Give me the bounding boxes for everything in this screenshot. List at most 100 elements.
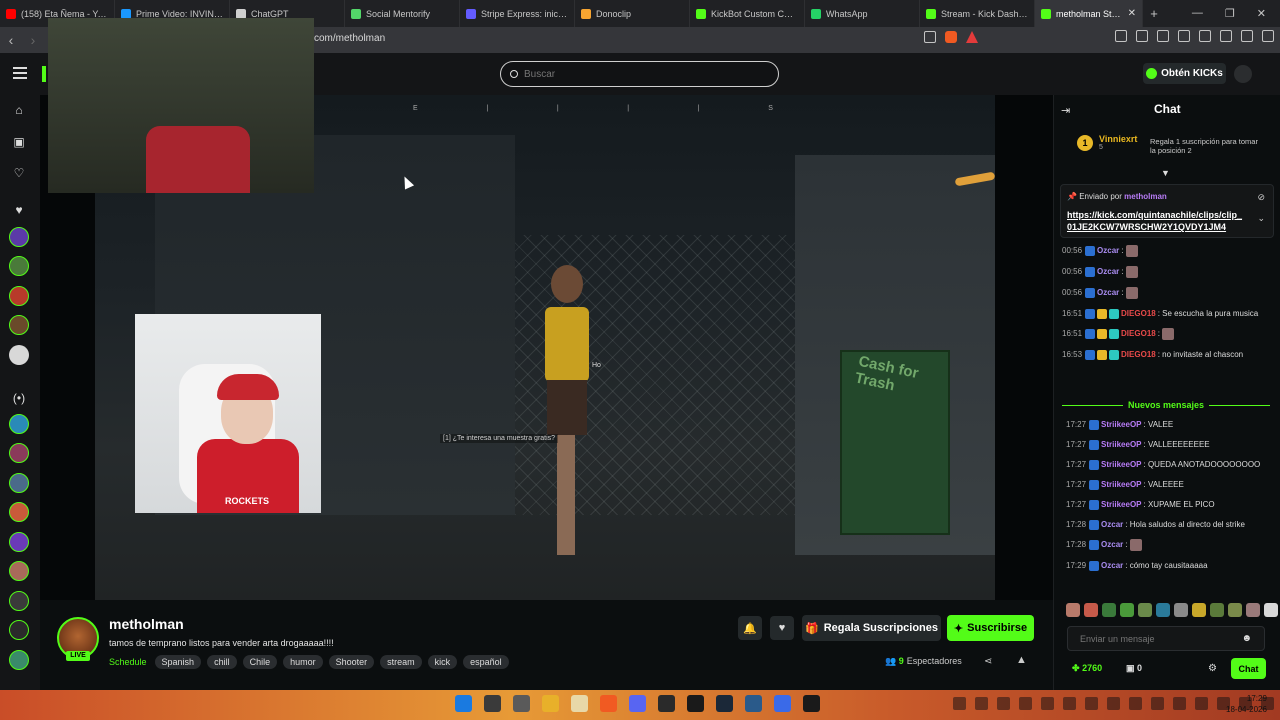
emote-icon[interactable] xyxy=(1174,603,1188,617)
message-username[interactable]: Ozcar xyxy=(1097,267,1119,276)
browse-icon[interactable]: ▣ xyxy=(11,135,27,149)
forward-icon[interactable]: › xyxy=(22,32,44,48)
tray-icon[interactable] xyxy=(1107,697,1120,710)
live-icon[interactable]: (•) xyxy=(11,391,27,405)
stream-tag[interactable]: Chile xyxy=(242,655,278,669)
emote-icon[interactable] xyxy=(1066,603,1080,617)
browser-tab[interactable]: KickBot Custom Comm xyxy=(690,0,805,27)
new-tab-icon[interactable]: + xyxy=(1143,6,1165,21)
report-icon[interactable]: ▲ xyxy=(1016,654,1027,666)
browser-tab[interactable]: Social Mentorify xyxy=(345,0,460,27)
emote-icon[interactable] xyxy=(1228,603,1242,617)
second-points[interactable]: ▣ 0 xyxy=(1126,663,1142,674)
message-username[interactable]: Ozcar xyxy=(1097,246,1119,255)
brave-shield-icon[interactable] xyxy=(945,31,957,43)
message-username[interactable]: StriikeeOP xyxy=(1101,440,1141,449)
recommended-channel-avatar[interactable] xyxy=(9,532,29,552)
tray-icon[interactable] xyxy=(1195,697,1208,710)
stream-tag[interactable]: chill xyxy=(207,655,237,669)
message-username[interactable]: Ozcar xyxy=(1101,540,1123,549)
tray-icon[interactable] xyxy=(1041,697,1054,710)
store-icon[interactable] xyxy=(571,695,588,712)
start-icon[interactable] xyxy=(455,695,472,712)
followed-channel-avatar[interactable] xyxy=(9,345,29,365)
emote-icon[interactable] xyxy=(1246,603,1260,617)
share-icon[interactable]: ⋖ xyxy=(984,656,992,667)
message-username[interactable]: DIEGO18 xyxy=(1121,329,1156,338)
tray-icon[interactable] xyxy=(953,697,966,710)
chat-message-field[interactable] xyxy=(1080,633,1240,644)
sidebar-icon[interactable] xyxy=(1178,30,1190,42)
favorites-icon[interactable]: ♥ xyxy=(11,203,27,217)
message-username[interactable]: DIEGO18 xyxy=(1121,350,1156,359)
emoji-picker-icon[interactable]: ☻ xyxy=(1241,633,1252,644)
stream-tag[interactable]: Shooter xyxy=(328,655,375,669)
search-input[interactable] xyxy=(524,68,754,80)
followed-channel-avatar[interactable] xyxy=(9,315,29,335)
home-icon[interactable]: ⌂ xyxy=(11,103,27,117)
brave-icon[interactable] xyxy=(600,695,617,712)
browser-tab[interactable]: Stripe Express: inicio de xyxy=(460,0,575,27)
emote-icon[interactable] xyxy=(1210,603,1224,617)
recommended-channel-avatar[interactable] xyxy=(9,473,29,493)
collapse-chat-icon[interactable]: ⇥ xyxy=(1061,104,1070,117)
expand-pinned-icon[interactable]: ⌄ xyxy=(1257,213,1265,224)
taskbar-clock[interactable]: 17:29 18-04-2026 xyxy=(1226,693,1267,715)
tray-icon[interactable] xyxy=(997,697,1010,710)
kick-logo[interactable] xyxy=(42,66,46,82)
minimize-icon[interactable]: — xyxy=(1192,7,1203,20)
tray-icon[interactable] xyxy=(1129,697,1142,710)
tray-icon[interactable] xyxy=(975,697,988,710)
discord-icon[interactable] xyxy=(629,695,646,712)
recommended-channel-avatar[interactable] xyxy=(9,591,29,611)
media-icon[interactable] xyxy=(1157,30,1169,42)
close-tab-icon[interactable]: ✕ xyxy=(1128,8,1136,19)
emote-icon[interactable] xyxy=(1156,603,1170,617)
message-username[interactable]: Ozcar xyxy=(1097,288,1119,297)
tray-icon[interactable] xyxy=(1085,697,1098,710)
obs-icon[interactable] xyxy=(803,695,820,712)
message-username[interactable]: StriikeeOP xyxy=(1101,420,1141,429)
pinned-link[interactable]: https://kick.com/quintanachile/clips/cli… xyxy=(1067,209,1245,233)
chevron-down-icon[interactable]: ▼ xyxy=(1161,168,1170,178)
steam-icon[interactable] xyxy=(716,695,733,712)
chat-settings-icon[interactable]: ⚙ xyxy=(1208,663,1217,674)
followed-channel-avatar[interactable] xyxy=(9,256,29,276)
follow-heart-icon[interactable]: ♥ xyxy=(770,616,794,640)
extensions-icon[interactable] xyxy=(1115,30,1127,42)
message-username[interactable]: StriikeeOP xyxy=(1101,480,1141,489)
send-chat-button[interactable]: Chat xyxy=(1231,658,1266,679)
vpn-icon[interactable] xyxy=(1241,30,1253,42)
emote-icon[interactable] xyxy=(1264,603,1278,617)
channel-name[interactable]: metholman xyxy=(109,616,184,632)
following-icon[interactable]: ♡ xyxy=(11,166,27,180)
gift-subs-button[interactable]: 🎁 Regala Suscripciones xyxy=(802,615,941,641)
recommended-channel-avatar[interactable] xyxy=(9,414,29,434)
search-box[interactable] xyxy=(500,61,779,87)
stream-tag[interactable]: español xyxy=(463,655,509,669)
task-view-icon[interactable] xyxy=(513,695,530,712)
tray-icon[interactable] xyxy=(1063,697,1076,710)
search-icon[interactable] xyxy=(484,695,501,712)
recommended-channel-avatar[interactable] xyxy=(9,443,29,463)
wallet-icon[interactable] xyxy=(1199,30,1211,42)
followed-channel-avatar[interactable] xyxy=(9,227,29,247)
browser-tab[interactable]: Donoclip xyxy=(575,0,690,27)
menu-icon[interactable] xyxy=(1262,30,1274,42)
tray-icon[interactable] xyxy=(1173,697,1186,710)
channel-points[interactable]: ✤ 2760 xyxy=(1072,663,1102,674)
stream-tag[interactable]: Spanish xyxy=(154,655,202,669)
ai-icon[interactable] xyxy=(1220,30,1232,42)
screenshot-icon[interactable] xyxy=(1136,30,1148,42)
app-icon[interactable] xyxy=(687,695,704,712)
browser-tab[interactable]: metholman Stream ✕ xyxy=(1035,0,1143,27)
tray-icon[interactable] xyxy=(1019,697,1032,710)
user-avatar[interactable] xyxy=(1234,65,1252,83)
emote-icon[interactable] xyxy=(1102,603,1116,617)
pinned-user[interactable]: metholman xyxy=(1124,192,1167,201)
recommended-channel-avatar[interactable] xyxy=(9,502,29,522)
followed-channel-avatar[interactable] xyxy=(9,286,29,306)
epic-icon[interactable] xyxy=(658,695,675,712)
message-username[interactable]: StriikeeOP xyxy=(1101,500,1141,509)
chat-input[interactable]: ☻ xyxy=(1067,626,1265,651)
